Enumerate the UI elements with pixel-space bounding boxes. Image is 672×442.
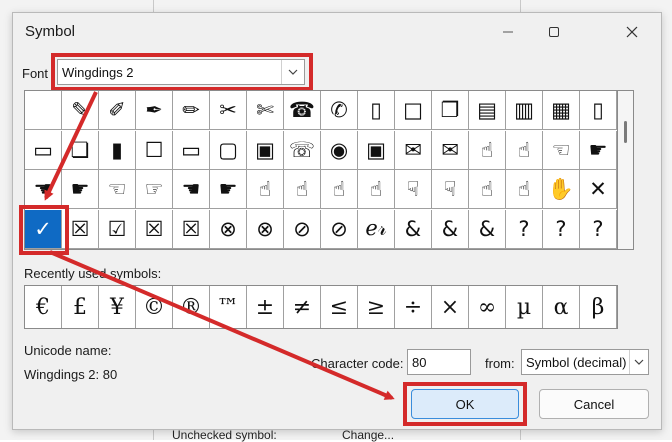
- annotation-arrows: [44, 91, 395, 400]
- arrow-symbol-to-ok: [49, 250, 395, 400]
- arrow-font-to-symbol: [44, 91, 98, 201]
